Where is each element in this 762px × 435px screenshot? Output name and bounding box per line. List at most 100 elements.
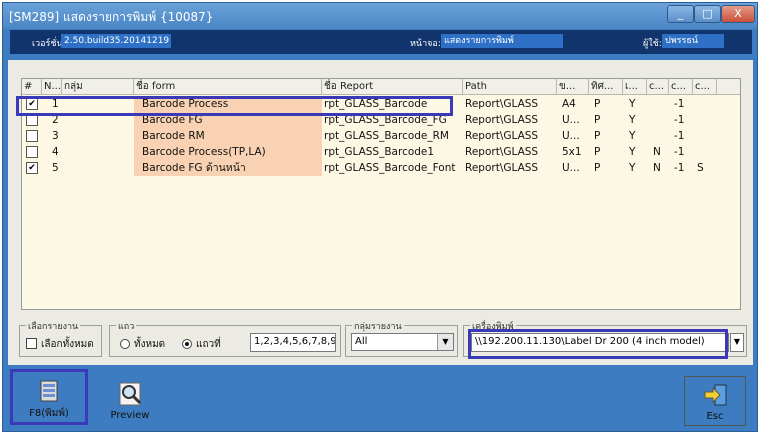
report-group-box: กลุ่มรายงาน All ▼ bbox=[345, 319, 458, 357]
report-group-label: กลุ่มรายงาน bbox=[352, 319, 404, 333]
row-col-6: S bbox=[697, 162, 704, 174]
row-col-3: Y bbox=[629, 162, 636, 174]
table-row[interactable]: 3 Barcode RM rpt_GLASS_Barcode_RM Report… bbox=[22, 128, 740, 144]
row-col-4: N bbox=[653, 162, 661, 174]
row-col-1: U... bbox=[562, 130, 580, 142]
rows-input[interactable]: 1,2,3,4,5,6,7,8,9, bbox=[250, 333, 336, 352]
row-checkbox[interactable] bbox=[26, 146, 38, 158]
row-highlight-frame bbox=[16, 96, 453, 116]
radio-rows[interactable] bbox=[182, 339, 192, 349]
row-group bbox=[62, 160, 134, 176]
window-title: [SM289] แสดงรายการพิมพ์ {10087} bbox=[9, 10, 214, 24]
row-path: Report\GLASS bbox=[465, 98, 539, 110]
row-col-2: P bbox=[594, 162, 601, 174]
header-col-6[interactable]: c... bbox=[693, 79, 717, 94]
select-all-label: เลือกทั้งหมด bbox=[41, 339, 94, 350]
row-col-6 bbox=[695, 112, 717, 128]
row-col-5: -1 bbox=[674, 114, 685, 126]
row-col-5: -1 bbox=[674, 130, 685, 142]
row-report: rpt_GLASS_Barcode_RM bbox=[324, 130, 449, 142]
row-path: Report\GLASS bbox=[465, 146, 539, 158]
row-path: Report\GLASS bbox=[465, 162, 539, 174]
rows-group-label: แถว bbox=[116, 319, 137, 333]
row-col-3: Y bbox=[629, 98, 636, 110]
report-group-value: All bbox=[355, 336, 368, 347]
row-form: Barcode FG ด้านหน้า bbox=[134, 160, 322, 176]
row-col-6 bbox=[695, 144, 717, 160]
row-report: rpt_GLASS_Barcode_Font bbox=[324, 162, 456, 174]
info-bar: เวอร์ชั่น: 2.50.build35.20141219 หน้าจอ:… bbox=[10, 30, 752, 54]
user-label: ผู้ใช้: bbox=[643, 39, 662, 49]
row-col-5: -1 bbox=[674, 98, 685, 110]
row-form: Barcode Process(TP,LA) bbox=[134, 144, 322, 160]
version-value: 2.50.build35.20141219 bbox=[61, 34, 171, 48]
row-col-6 bbox=[695, 128, 717, 144]
printer-dropdown-button[interactable]: ▼ bbox=[730, 333, 744, 352]
row-path: Report\GLASS bbox=[465, 114, 539, 126]
row-form: Barcode RM bbox=[134, 128, 322, 144]
row-col-3: Y bbox=[629, 114, 636, 126]
row-col-6 bbox=[695, 96, 717, 112]
select-report-group-label: เลือกรายงาน bbox=[26, 319, 81, 333]
row-col-3: Y bbox=[629, 146, 636, 158]
header-group[interactable]: กลุ่ม bbox=[62, 79, 134, 94]
select-report-group: เลือกรายงาน เลือกทั้งหมด bbox=[19, 319, 102, 357]
bottom-toolbar: F8(พิมพ์) Preview Esc bbox=[8, 369, 753, 429]
header-no[interactable]: N... bbox=[42, 79, 62, 94]
row-col-2: P bbox=[594, 130, 601, 142]
row-col-2: P bbox=[594, 114, 601, 126]
radio-rows-label: แถวที่ bbox=[196, 339, 221, 350]
magnifier-icon bbox=[118, 381, 144, 407]
row-col-1: U... bbox=[562, 162, 580, 174]
close-button[interactable]: X bbox=[721, 5, 755, 23]
screen-label: หน้าจอ: bbox=[410, 39, 441, 49]
row-col-4 bbox=[651, 96, 671, 112]
esc-button[interactable]: Esc bbox=[684, 376, 746, 426]
header-col-4[interactable]: c... bbox=[647, 79, 669, 94]
select-all-checkbox[interactable] bbox=[26, 338, 37, 349]
exit-icon bbox=[703, 382, 729, 408]
preview-button[interactable]: Preview bbox=[100, 376, 160, 426]
row-path: Report\GLASS bbox=[465, 130, 539, 142]
row-col-4: N bbox=[653, 146, 661, 158]
row-col-4 bbox=[651, 112, 671, 128]
screen-value: แสดงรายการพิมพ์ bbox=[441, 34, 563, 48]
print-button[interactable]: F8(พิมพ์) bbox=[10, 369, 88, 425]
row-group bbox=[62, 128, 134, 144]
header-form[interactable]: ชื่อ form bbox=[134, 79, 322, 94]
grid-header: # N... กลุ่ม ชื่อ form ชื่อ Report Path … bbox=[22, 79, 740, 95]
table-row[interactable]: ✔ 5 Barcode FG ด้านหน้า rpt_GLASS_Barcod… bbox=[22, 160, 740, 176]
printer-icon bbox=[37, 378, 63, 404]
row-col-2: P bbox=[594, 98, 601, 110]
header-col-5[interactable]: c... bbox=[669, 79, 693, 94]
header-check[interactable]: # bbox=[22, 79, 42, 94]
header-col-1[interactable]: ข... bbox=[557, 79, 589, 94]
row-col-3: Y bbox=[629, 130, 636, 142]
header-col-3[interactable]: เ... bbox=[623, 79, 647, 94]
preview-button-label: Preview bbox=[110, 410, 150, 421]
header-col-2[interactable]: ทิศ... bbox=[589, 79, 623, 94]
row-col-5: -1 bbox=[674, 146, 685, 158]
row-checkbox[interactable]: ✔ bbox=[26, 162, 38, 174]
radio-all[interactable] bbox=[120, 339, 130, 349]
report-group-select[interactable]: All ▼ bbox=[351, 333, 454, 351]
header-report[interactable]: ชื่อ Report bbox=[322, 79, 463, 94]
header-path[interactable]: Path bbox=[463, 79, 557, 94]
minimize-button[interactable]: _ bbox=[667, 5, 694, 23]
chevron-down-icon: ▼ bbox=[733, 337, 741, 346]
user-value: ปพรรธน์ bbox=[662, 34, 724, 48]
row-checkbox[interactable] bbox=[26, 130, 38, 142]
row-report: rpt_GLASS_Barcode1 bbox=[324, 146, 435, 158]
row-col-1: A4 bbox=[562, 98, 576, 110]
radio-all-label: ทั้งหมด bbox=[134, 339, 166, 350]
title-bar: [SM289] แสดงรายการพิมพ์ {10087} _ □ X bbox=[3, 3, 757, 29]
rows-group: แถว ทั้งหมด แถวที่ 1,2,3,4,5,6,7,8,9, bbox=[109, 319, 341, 357]
row-col-2: P bbox=[594, 146, 601, 158]
chevron-down-icon[interactable]: ▼ bbox=[437, 334, 453, 350]
printer-highlight-frame bbox=[468, 329, 728, 359]
row-group bbox=[62, 144, 134, 160]
row-col-1: U... bbox=[562, 114, 580, 126]
maximize-button[interactable]: □ bbox=[694, 5, 721, 23]
row-col-4 bbox=[651, 128, 671, 144]
table-row[interactable]: 4 Barcode Process(TP,LA) rpt_GLASS_Barco… bbox=[22, 144, 740, 160]
